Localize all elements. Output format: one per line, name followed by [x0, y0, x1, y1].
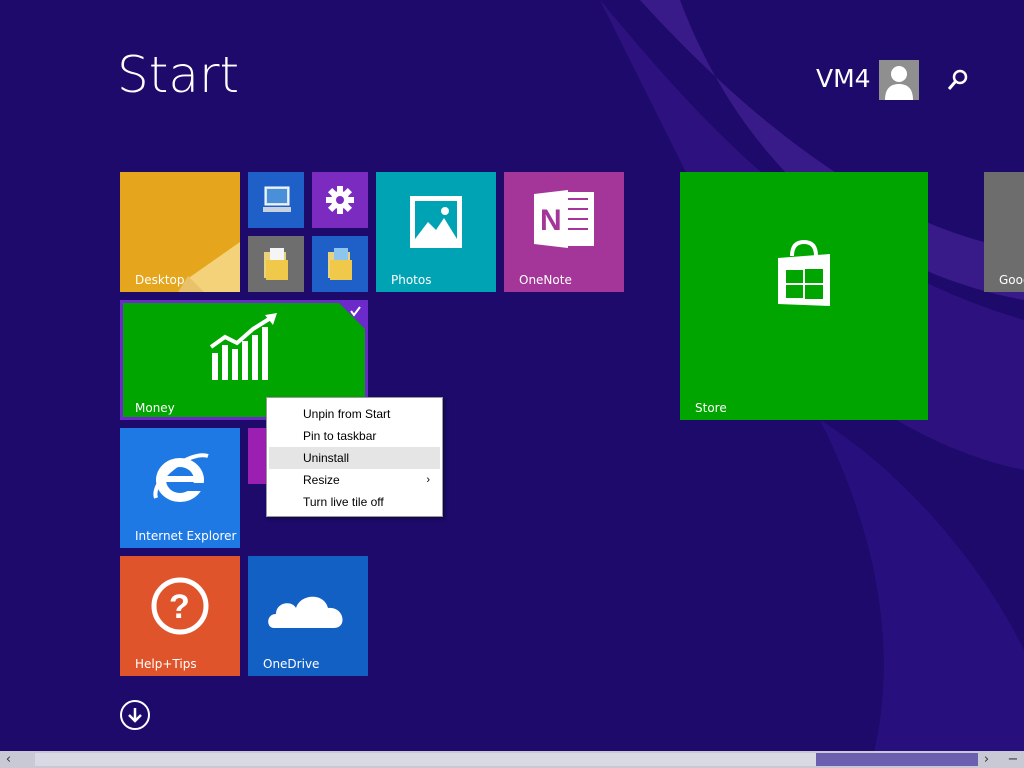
tile-label: Photos [391, 273, 432, 287]
down-arrow-icon [128, 708, 142, 723]
tile-label: Desktop [135, 273, 185, 287]
tile-onedrive[interactable]: OneDrive [248, 556, 368, 676]
menu-item-resize[interactable]: Resize › [269, 469, 440, 491]
svg-text:?: ? [169, 588, 190, 626]
tile-label: OneNote [519, 273, 572, 287]
tile-photos[interactable]: Photos [376, 172, 496, 292]
scroll-right-icon[interactable]: › [978, 751, 995, 768]
tile-help-tips[interactable]: ? Help+Tips [120, 556, 240, 676]
context-menu: Unpin from Start Pin to taskbar Uninstal… [266, 397, 443, 517]
user-name[interactable]: VM4 [816, 66, 871, 91]
page-title: Start [117, 46, 240, 104]
tile-control-panel[interactable] [312, 172, 368, 228]
tile-label: Money [135, 401, 175, 415]
tile-pictures[interactable] [312, 236, 368, 292]
tile-label: Goog [999, 273, 1024, 287]
all-apps-button[interactable] [120, 700, 150, 730]
scroll-left-icon[interactable]: ‹ [0, 751, 17, 768]
tile-google[interactable]: Goog [984, 172, 1024, 292]
computer-icon [263, 186, 291, 212]
tile-partial-purple[interactable] [248, 428, 268, 484]
tile-desktop[interactable]: Desktop [120, 172, 240, 292]
gear-icon [326, 186, 354, 214]
tile-label: Help+Tips [135, 657, 197, 671]
submenu-arrow-icon: › [426, 474, 430, 486]
scroll-track[interactable] [816, 753, 978, 766]
menu-item-turn-live-tile-off[interactable]: Turn live tile off [269, 491, 440, 513]
tile-store[interactable]: Store [680, 172, 928, 420]
search-button[interactable] [942, 64, 974, 96]
tile-documents[interactable] [248, 236, 304, 292]
folder-icon [264, 248, 288, 280]
menu-item-uninstall[interactable]: Uninstall [269, 447, 440, 469]
tile-label: Store [695, 401, 727, 415]
zoom-out-icon[interactable]: − [1002, 751, 1024, 768]
menu-item-pin-to-taskbar[interactable]: Pin to taskbar [269, 425, 440, 447]
tile-label: Internet Explorer [135, 529, 237, 543]
tile-internet-explorer[interactable]: Internet Explorer [120, 428, 240, 548]
search-icon [947, 69, 968, 90]
pictures-folder-icon [328, 248, 352, 280]
tile-label: OneDrive [263, 657, 320, 671]
avatar[interactable] [879, 60, 919, 100]
tile-this-pc[interactable] [248, 172, 304, 228]
tile-onenote[interactable]: N OneNote [504, 172, 624, 292]
svg-text:N: N [540, 204, 562, 237]
user-silhouette-icon [885, 66, 913, 100]
horizontal-scrollbar[interactable]: ‹ › − [0, 751, 1024, 768]
menu-item-unpin-from-start[interactable]: Unpin from Start [269, 403, 440, 425]
store-bag-icon [778, 239, 830, 306]
selected-check-icon [339, 303, 365, 329]
scroll-thumb[interactable] [35, 753, 816, 766]
